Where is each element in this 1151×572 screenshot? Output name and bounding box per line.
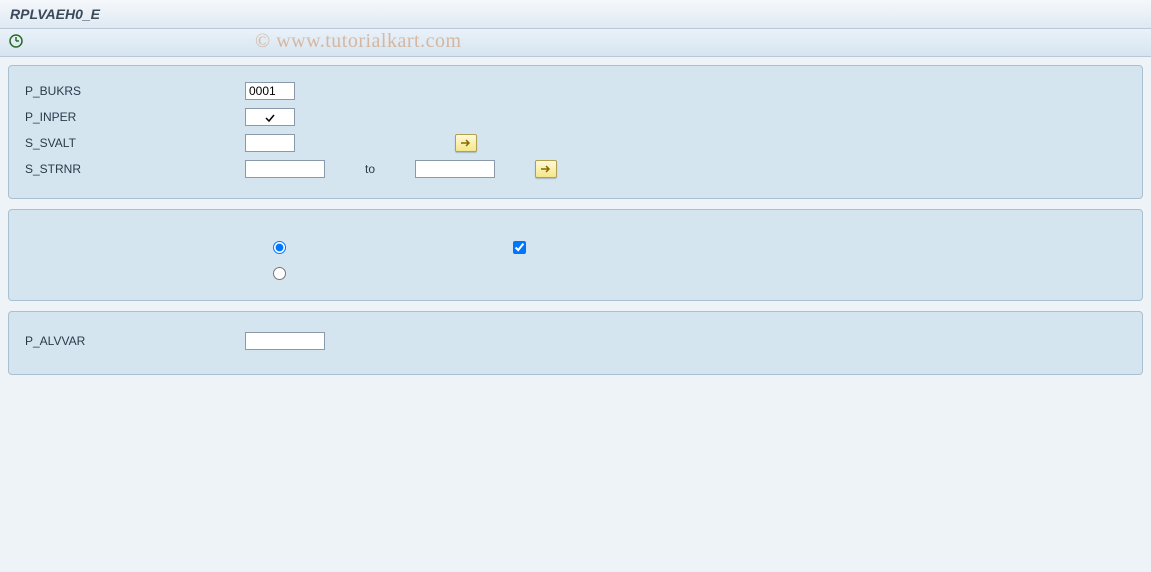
row-radio-1 xyxy=(25,238,1126,260)
row-radio-2 xyxy=(25,264,1126,286)
title-bar: RPLVAEH0_E xyxy=(0,0,1151,29)
toolbar xyxy=(0,29,1151,57)
label-p-alvvar: P_ALVVAR xyxy=(25,334,245,348)
input-p-alvvar[interactable] xyxy=(245,332,325,350)
label-p-inper: P_INPER xyxy=(25,110,245,124)
row-s-svalt: S_SVALT xyxy=(25,132,1126,154)
label-s-strnr: S_STRNR xyxy=(25,162,245,176)
execute-button[interactable] xyxy=(8,33,26,51)
multi-select-s-strnr[interactable] xyxy=(535,160,557,178)
selection-panel-2 xyxy=(8,209,1143,301)
input-s-strnr-high[interactable] xyxy=(415,160,495,178)
content-area: P_BUKRS P_INPER S_SVALT S_STRNR xyxy=(0,57,1151,571)
to-label: to xyxy=(365,162,405,176)
row-p-alvvar: P_ALVVAR xyxy=(25,330,1126,352)
label-s-svalt: S_SVALT xyxy=(25,136,245,150)
selection-panel-1: P_BUKRS P_INPER S_SVALT S_STRNR xyxy=(8,65,1143,199)
input-p-bukrs[interactable] xyxy=(245,82,295,100)
label-p-bukrs: P_BUKRS xyxy=(25,84,245,98)
row-p-inper: P_INPER xyxy=(25,106,1126,128)
radio-option-2[interactable] xyxy=(273,267,286,280)
row-s-strnr: S_STRNR to xyxy=(25,158,1126,180)
input-s-strnr-low[interactable] xyxy=(245,160,325,178)
checkbox-p-inper[interactable] xyxy=(245,108,295,126)
input-s-svalt[interactable] xyxy=(245,134,295,152)
arrow-right-icon xyxy=(460,138,472,148)
row-p-bukrs: P_BUKRS xyxy=(25,80,1126,102)
page-title: RPLVAEH0_E xyxy=(10,6,100,22)
arrow-right-icon xyxy=(540,164,552,174)
check-icon xyxy=(264,112,276,124)
checkbox-option-1[interactable] xyxy=(513,241,526,254)
selection-panel-3: P_ALVVAR xyxy=(8,311,1143,375)
clock-execute-icon xyxy=(8,33,24,49)
multi-select-s-svalt[interactable] xyxy=(455,134,477,152)
